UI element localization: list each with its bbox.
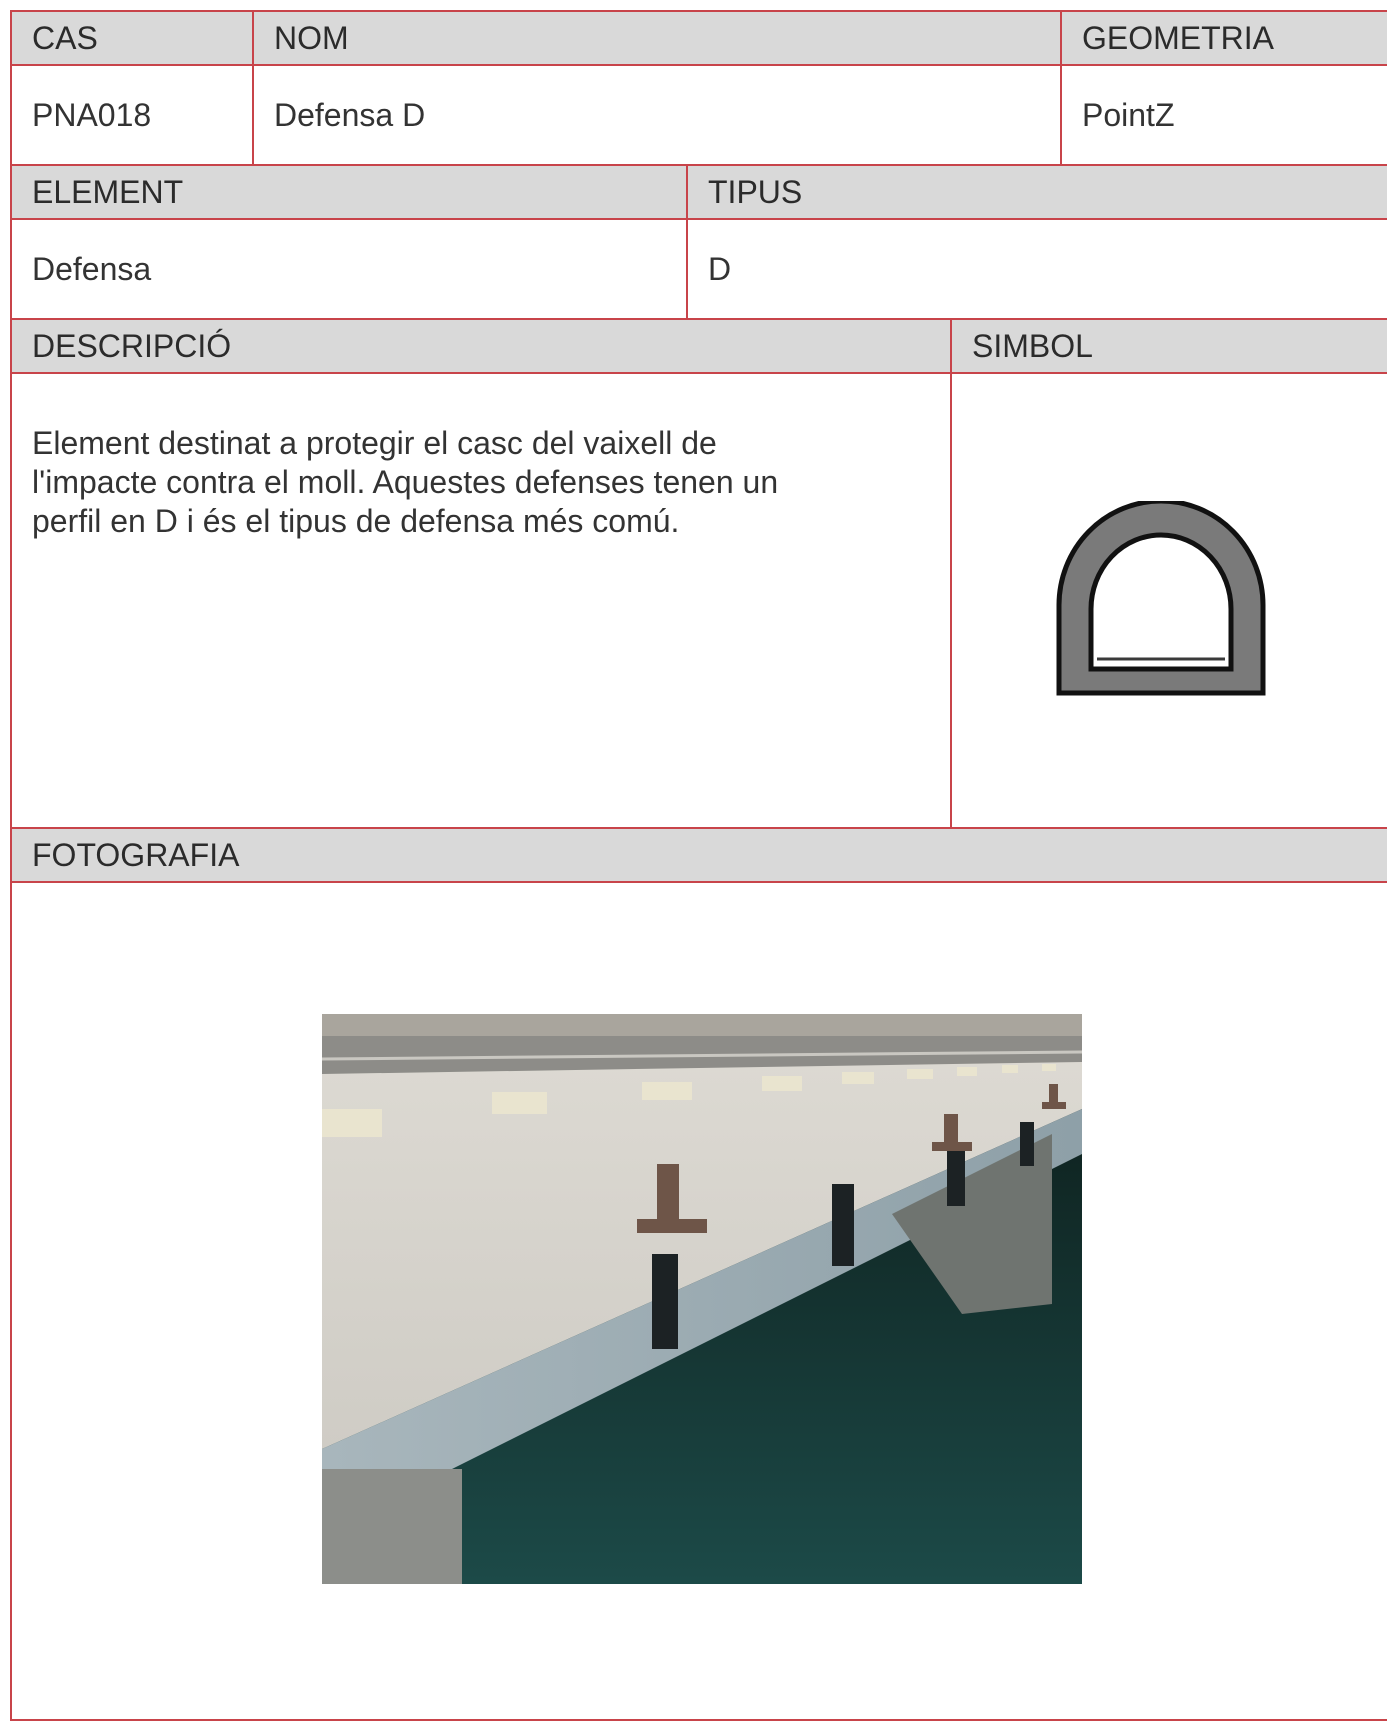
cas-value-cell: PNA018 [10, 64, 254, 166]
geometria-header-label: GEOMETRIA [1082, 20, 1275, 56]
nom-header: NOM [252, 10, 1062, 66]
nom-value: Defensa D [274, 97, 426, 133]
fotografia-header-label: FOTOGRAFIA [32, 837, 240, 873]
geometria-value-cell: PointZ [1060, 64, 1387, 166]
quay-photo [322, 1014, 1082, 1584]
tipus-header: TIPUS [686, 164, 1387, 220]
descripcio-line: Element destinat a protegir el casc del … [32, 425, 717, 461]
descripcio-header: DESCRIPCIÓ [10, 318, 952, 374]
descripcio-text: Element destinat a protegir el casc del … [10, 372, 952, 829]
descripcio-line: l'impacte contra el moll. Aquestes defen… [32, 464, 779, 500]
cas-header-label: CAS [32, 20, 98, 56]
element-header: ELEMENT [10, 164, 688, 220]
d-fender-profile-icon [1056, 500, 1265, 695]
geometria-header: GEOMETRIA [1060, 10, 1387, 66]
element-value-cell: Defensa [10, 218, 688, 320]
element-value: Defensa [32, 251, 152, 287]
tipus-value-cell: D [686, 218, 1387, 320]
simbol-header: SIMBOL [950, 318, 1387, 374]
descripcio-header-label: DESCRIPCIÓ [32, 328, 232, 364]
cas-header: CAS [10, 10, 254, 66]
tipus-header-label: TIPUS [708, 174, 803, 210]
simbol-cell [950, 372, 1387, 829]
tipus-value: D [708, 251, 732, 287]
descripcio-line: perfil en D i és el tipus de defensa més… [32, 503, 680, 539]
nom-header-label: NOM [274, 20, 349, 56]
fitxa-element: CAS NOM GEOMETRIA PNA018 Defensa D Point… [0, 0, 1387, 1721]
nom-value-cell: Defensa D [252, 64, 1062, 166]
cas-value: PNA018 [32, 97, 152, 133]
geometria-value: PointZ [1082, 97, 1175, 133]
fotografia-header: FOTOGRAFIA [10, 827, 1387, 883]
element-header-label: ELEMENT [32, 174, 184, 210]
simbol-header-label: SIMBOL [972, 328, 1093, 364]
